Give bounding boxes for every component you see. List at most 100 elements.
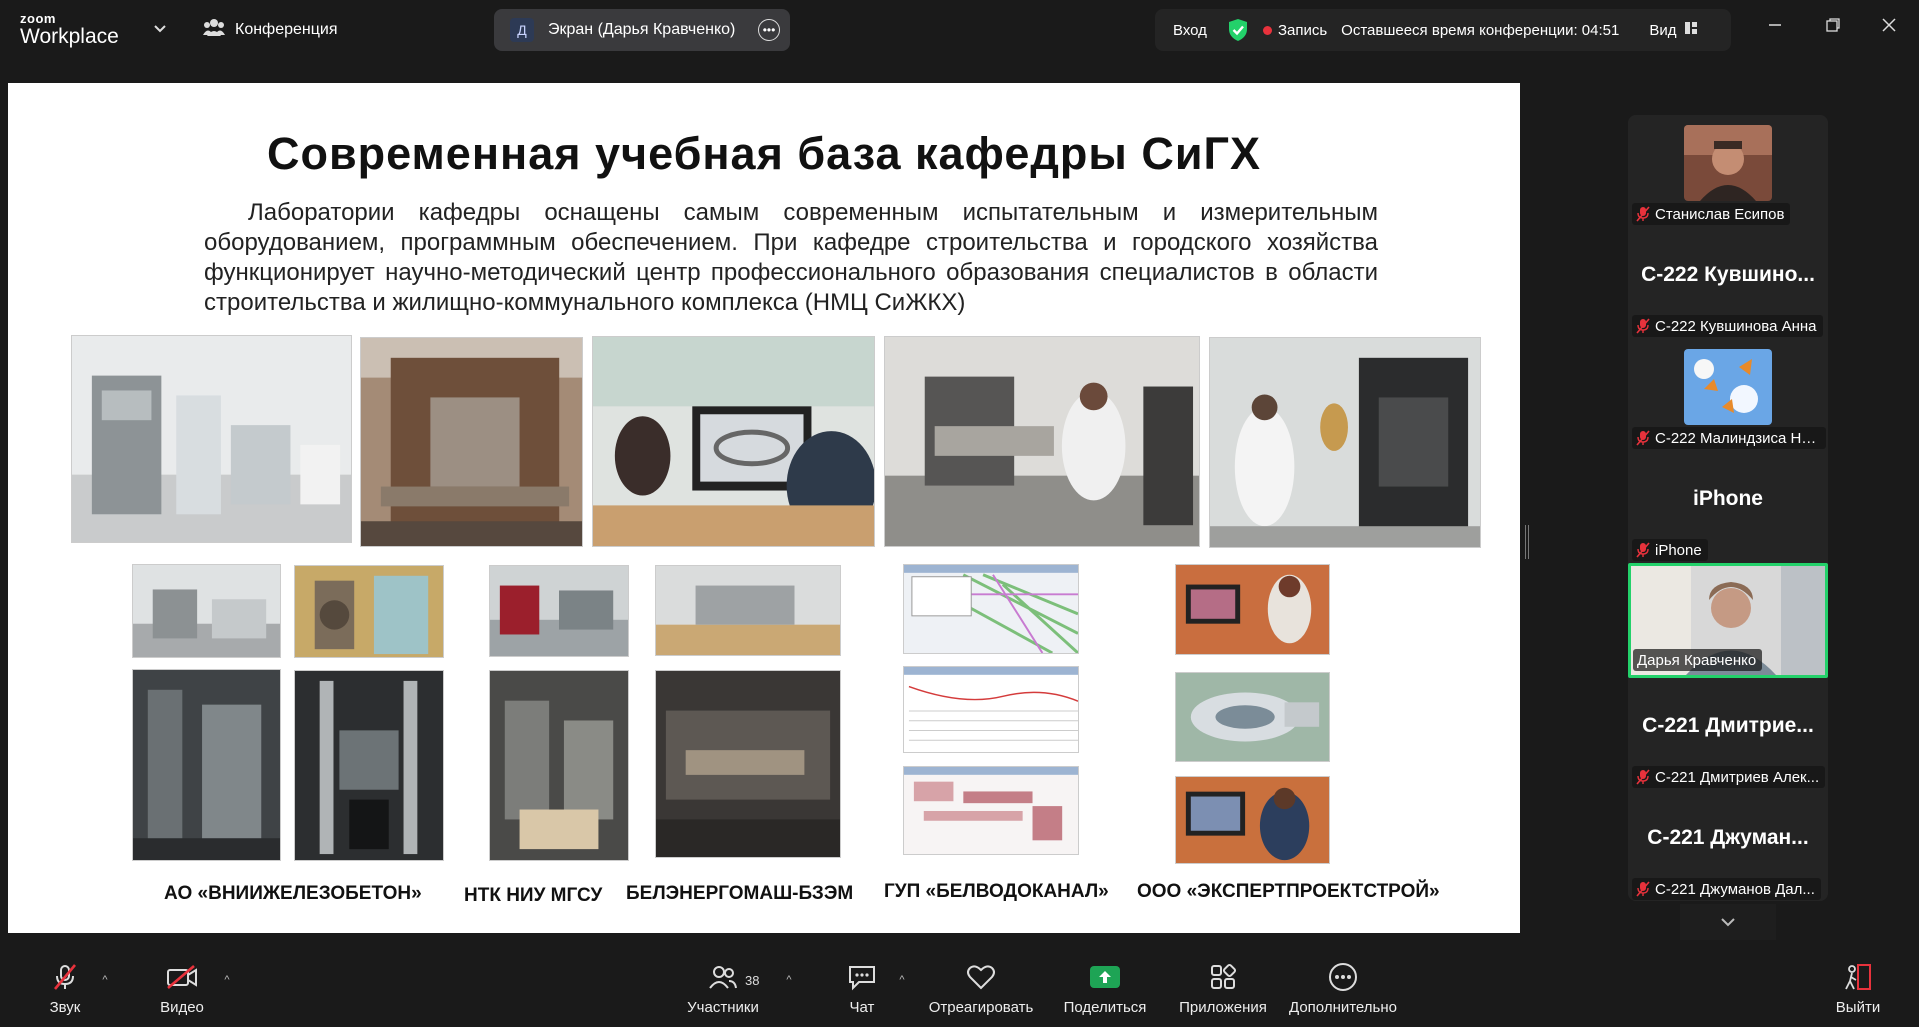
security-shield-icon[interactable]	[1227, 18, 1249, 42]
audio-button[interactable]: Звук	[40, 955, 90, 1027]
participant-name-tag: iPhone	[1632, 539, 1708, 561]
participant-display-name: С-222 Кувшино...	[1641, 263, 1815, 286]
participants-button[interactable]: Участники	[683, 955, 763, 1027]
lab-photo-4	[884, 336, 1200, 547]
audio-label: Звук	[49, 999, 81, 1016]
participant-tile-active-speaker[interactable]: Дарья Кравченко	[1628, 563, 1828, 678]
lab-photo-3	[592, 336, 875, 547]
conference-menu[interactable]: Конференция	[203, 17, 338, 42]
participants-count: 38	[745, 973, 760, 988]
meeting-toolbar: Звук ^ Видео ^ Участники 38 ^ Чат ^ Отре…	[0, 955, 1919, 1027]
group4-photo-2	[1175, 672, 1330, 762]
group1-photo-3	[132, 669, 281, 861]
participants-icon	[708, 955, 738, 999]
group2-photo-1	[489, 565, 629, 657]
participant-name-tag: Станислав Есипов	[1632, 203, 1791, 225]
participant-tile[interactable]: iPhone iPhone	[1628, 451, 1828, 563]
share-title: Экран (Дарья Кравченко)	[548, 21, 736, 38]
leave-icon	[1843, 955, 1873, 999]
login-button[interactable]: Вход	[1173, 22, 1207, 39]
close-icon[interactable]	[1878, 14, 1900, 36]
participant-tile[interactable]: С-221 Дмитрие... С-221 Дмитриев Алек...	[1628, 678, 1828, 790]
group2-photo-4	[655, 670, 841, 858]
video-options-caret-icon[interactable]: ^	[221, 975, 233, 986]
participant-display-name: С-221 Джуман...	[1647, 826, 1809, 849]
more-label: Дополнительно	[1289, 999, 1397, 1016]
sharer-avatar: Д	[510, 18, 534, 42]
meeting-status-bar: Вход Запись Оставшееся время конференции…	[1155, 9, 1731, 51]
react-button[interactable]: Отреагировать	[928, 955, 1034, 1027]
shared-screen: Современная учебная база кафедры СиГХ Ла…	[8, 83, 1520, 933]
group3-software-2	[903, 666, 1079, 753]
logo-zoom-text: zoom	[20, 11, 56, 26]
remaining-time: Оставшееся время конференции: 04:51	[1341, 21, 1620, 39]
participants-panel: Станислав Есипов С-222 Кувшино... С-222 …	[1628, 115, 1828, 901]
react-label: Отреагировать	[928, 999, 1034, 1016]
lab-photo-5	[1209, 337, 1481, 548]
video-off-icon	[165, 955, 199, 999]
caption-ntk-mgsu: НТК НИУ МГСУ	[464, 885, 603, 906]
mic-muted-icon	[1636, 769, 1650, 785]
zoom-logo: zoom Workplace	[20, 12, 119, 47]
lab-photo-2	[360, 337, 583, 547]
participant-tile[interactable]: С-222 Малиндзиса Но...	[1628, 339, 1828, 451]
top-bar: zoom Workplace Конференция Д Экран (Дарь…	[0, 0, 1919, 56]
apps-label: Приложения	[1179, 999, 1267, 1016]
participant-name: С-221 Дмитриев Алек...	[1655, 768, 1820, 786]
record-dot-icon	[1262, 25, 1272, 35]
record-label: Запись	[1277, 21, 1328, 39]
chat-label: Чат	[849, 999, 875, 1016]
scroll-down-chevron-icon[interactable]	[1680, 904, 1776, 940]
caption-belvodokanal: ГУП «БЕЛВОДОКАНАЛ»	[884, 881, 1109, 902]
mic-muted-icon	[1636, 542, 1650, 558]
screen-share-indicator[interactable]: Д Экран (Дарья Кравченко) •••	[494, 9, 790, 51]
heart-icon	[966, 955, 996, 999]
video-label: Видео	[160, 999, 204, 1016]
participant-name-tag: С-221 Джуманов Дал...	[1632, 878, 1821, 900]
participant-avatar	[1684, 125, 1772, 201]
participant-name: Станислав Есипов	[1655, 205, 1785, 223]
share-screen-button[interactable]: Поделиться	[1064, 955, 1146, 1027]
participant-tile[interactable]: Станислав Есипов	[1628, 115, 1828, 227]
participants-options-caret-icon[interactable]: ^	[783, 975, 795, 986]
participant-name-tag: С-222 Малиндзиса Но...	[1632, 427, 1826, 449]
chevron-down-icon[interactable]	[152, 20, 168, 36]
conference-label: Конференция	[235, 20, 338, 38]
mic-muted-icon	[1636, 881, 1650, 897]
group2-photo-3	[489, 670, 629, 861]
participant-name: С-222 Кувшинова Анна	[1655, 317, 1817, 335]
participant-tile[interactable]: С-222 Кувшино... С-222 Кувшинова Анна	[1628, 227, 1828, 339]
video-button[interactable]: Видео	[157, 955, 207, 1027]
mic-muted-icon	[50, 955, 80, 999]
caption-belenergomash: БЕЛЭНЕРГОМАШ-БЗЭМ	[626, 883, 854, 904]
panel-resize-handle[interactable]	[1525, 525, 1529, 559]
participant-display-name: С-221 Дмитрие...	[1642, 714, 1814, 737]
restore-icon[interactable]	[1822, 14, 1844, 36]
conference-icon	[203, 17, 225, 42]
leave-label: Выйти	[1835, 999, 1881, 1016]
participant-name: iPhone	[1655, 541, 1702, 559]
group3-software-3	[903, 766, 1079, 855]
group1-photo-2	[294, 565, 444, 658]
participant-avatar	[1684, 349, 1772, 425]
leave-button[interactable]: Выйти	[1834, 955, 1882, 1027]
participants-label: Участники	[687, 999, 759, 1016]
audio-options-caret-icon[interactable]: ^	[99, 975, 111, 986]
minimize-icon[interactable]	[1764, 14, 1786, 36]
slide-title: Современная учебная база кафедры СиГХ	[266, 128, 1262, 179]
participant-tile[interactable]: С-221 Джуман... С-221 Джуманов Дал...	[1628, 790, 1828, 901]
group4-photo-3	[1175, 776, 1330, 864]
group2-photo-2	[655, 565, 841, 656]
chat-options-caret-icon[interactable]: ^	[896, 975, 908, 986]
recording-indicator[interactable]: Запись	[1262, 21, 1328, 39]
more-options-icon[interactable]: •••	[758, 19, 780, 41]
more-button[interactable]: Дополнительно	[1287, 955, 1399, 1027]
share-label: Поделиться	[1063, 999, 1147, 1016]
chat-button[interactable]: Чат	[844, 955, 880, 1027]
apps-button[interactable]: Приложения	[1177, 955, 1269, 1027]
participant-name-tag: С-222 Кувшинова Анна	[1632, 315, 1823, 337]
group4-photo-1	[1175, 564, 1330, 655]
view-button[interactable]: Вид	[1649, 21, 1698, 39]
participant-display-name: iPhone	[1692, 487, 1763, 510]
lab-photo-1	[71, 335, 352, 543]
